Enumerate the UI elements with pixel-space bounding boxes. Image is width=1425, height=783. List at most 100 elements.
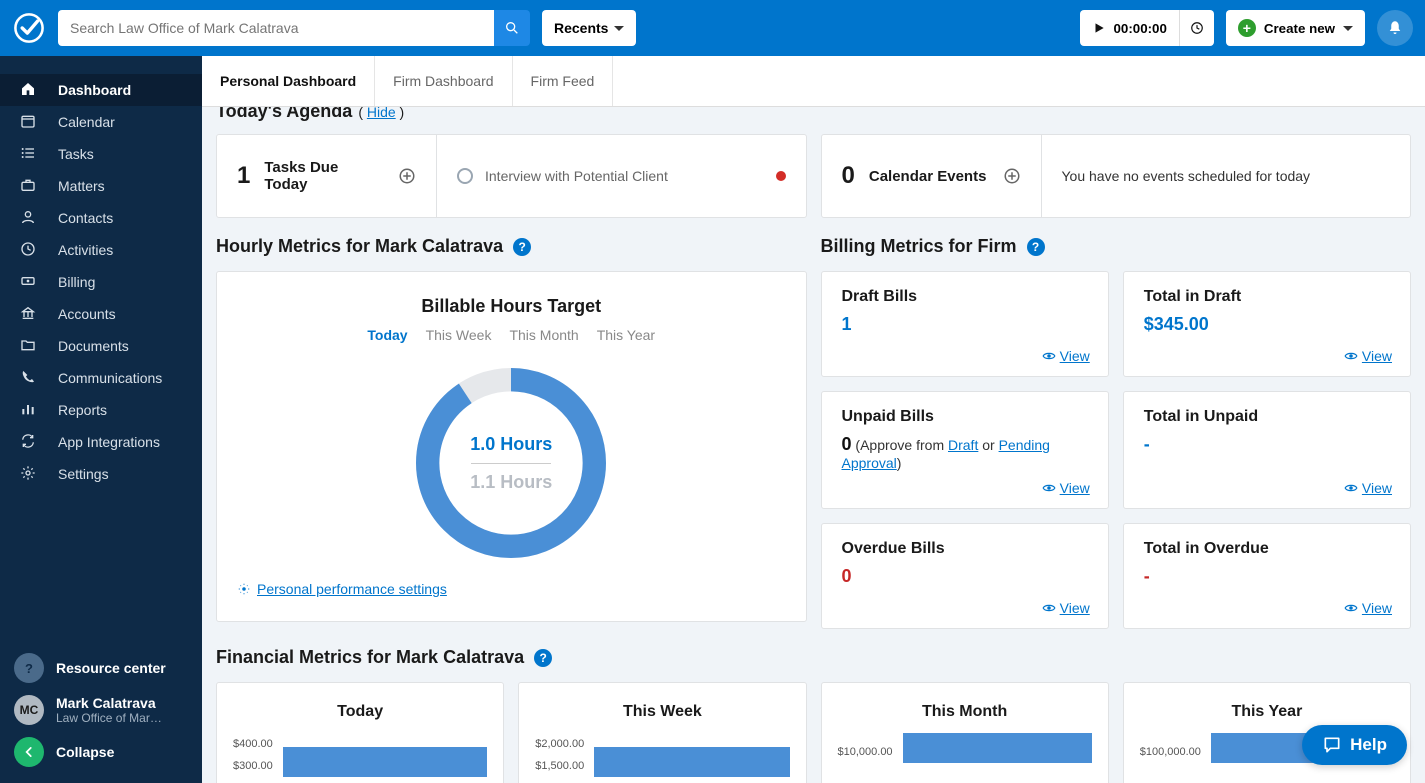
card-value: -	[1144, 566, 1390, 587]
sidebar-item-label: Communications	[58, 370, 162, 386]
add-task-button[interactable]	[398, 167, 416, 185]
search-button[interactable]	[494, 10, 530, 46]
help-icon[interactable]: ?	[534, 649, 552, 667]
collapse-sidebar-button[interactable]: Collapse	[0, 731, 202, 773]
tabs-bar: Personal Dashboard Firm Dashboard Firm F…	[202, 56, 1425, 107]
sidebar-item-communications[interactable]: Communications	[0, 362, 202, 394]
financial-card: Today$400.00$300.00	[216, 682, 504, 783]
sidebar-item-label: Contacts	[58, 210, 113, 226]
user-org: Law Office of Mar…	[56, 711, 162, 725]
sidebar: Dashboard Calendar Tasks Matters Contacts Act…	[0, 56, 202, 783]
unpaid-bills-card: Unpaid Bills 0 (Approve from Draft or Pe…	[821, 391, 1109, 509]
sidebar-item-label: Billing	[58, 274, 95, 290]
sidebar-item-contacts[interactable]: Contacts	[0, 202, 202, 234]
top-header: Recents 00:00:00 + Create new	[0, 0, 1425, 56]
billable-hours-title: Billable Hours Target	[237, 296, 786, 317]
financial-card-title: Today	[233, 703, 487, 721]
hourly-tab-month[interactable]: This Month	[509, 327, 578, 343]
tasks-count: 1	[237, 162, 250, 190]
bell-icon	[1386, 19, 1404, 37]
card-value: 0	[842, 434, 852, 454]
sidebar-item-activities[interactable]: Activities	[0, 234, 202, 266]
sidebar-item-documents[interactable]: Documents	[0, 330, 202, 362]
billable-hours-card: Billable Hours Target Today This Week Th…	[216, 271, 807, 622]
avatar: MC	[14, 695, 44, 725]
draft-link[interactable]: Draft	[948, 437, 978, 453]
tab-firm-feed[interactable]: Firm Feed	[513, 56, 614, 106]
hourly-tab-week[interactable]: This Week	[426, 327, 492, 343]
play-icon	[1092, 21, 1106, 35]
hourly-tab-today[interactable]: Today	[367, 327, 407, 343]
card-title: Total in Unpaid	[1144, 408, 1390, 426]
view-link[interactable]: View	[1344, 348, 1392, 364]
sidebar-item-label: Accounts	[58, 306, 116, 322]
view-link[interactable]: View	[1042, 480, 1090, 496]
card-title: Total in Overdue	[1144, 540, 1390, 558]
task-item[interactable]: Interview with Potential Client	[437, 135, 806, 217]
help-float-button[interactable]: Help	[1302, 725, 1407, 765]
card-value: -	[1144, 434, 1390, 455]
agenda-events-card: 0 Calendar Events You have no events sch…	[821, 134, 1412, 218]
draft-bills-card: Draft Bills 1 View	[821, 271, 1109, 377]
total-overdue-card: Total in Overdue - View	[1123, 523, 1411, 629]
help-icon[interactable]: ?	[513, 238, 531, 256]
sidebar-item-tasks[interactable]: Tasks	[0, 138, 202, 170]
timer-options-button[interactable]	[1180, 10, 1214, 46]
chart-axis: $2,000.00$1,500.00	[535, 733, 584, 777]
resource-center-button[interactable]: ? Resource center	[0, 647, 202, 689]
chart-bar	[903, 733, 1092, 763]
view-link[interactable]: View	[1042, 600, 1090, 616]
card-value: 1	[842, 314, 1088, 335]
notifications-button[interactable]	[1377, 10, 1413, 46]
view-link[interactable]: View	[1344, 600, 1392, 616]
sidebar-item-calendar[interactable]: Calendar	[0, 106, 202, 138]
card-title: Overdue Bills	[842, 540, 1088, 558]
sidebar-item-settings[interactable]: Settings	[0, 458, 202, 490]
financial-card: This Week $2,000.00$1,500.00	[518, 682, 806, 783]
tab-firm-dashboard[interactable]: Firm Dashboard	[375, 56, 512, 106]
add-event-button[interactable]	[1003, 167, 1021, 185]
home-icon	[20, 81, 36, 100]
performance-settings-link[interactable]: Personal performance settings	[237, 581, 786, 597]
clock-icon	[1190, 21, 1204, 35]
chart-icon	[20, 401, 36, 420]
financial-card-title: This Week	[535, 703, 789, 721]
hours-target-value: 1.1 Hours	[470, 472, 552, 493]
timer-button[interactable]: 00:00:00	[1080, 10, 1180, 46]
collapse-label: Collapse	[56, 744, 114, 760]
priority-dot-icon	[776, 171, 786, 181]
question-icon: ?	[14, 653, 44, 683]
calendar-icon	[20, 113, 36, 132]
agenda-hide-link[interactable]: Hide	[367, 107, 396, 120]
create-label: Create new	[1264, 21, 1335, 36]
sidebar-item-dashboard[interactable]: Dashboard	[0, 74, 202, 106]
radio-icon	[457, 168, 473, 184]
sidebar-item-label: Settings	[58, 466, 109, 482]
sidebar-item-app-integrations[interactable]: App Integrations	[0, 426, 202, 458]
sidebar-item-reports[interactable]: Reports	[0, 394, 202, 426]
timer-group: 00:00:00	[1080, 10, 1214, 46]
financial-card-title: This Year	[1140, 703, 1394, 721]
events-label: Calendar Events	[869, 168, 989, 185]
search-input[interactable]	[58, 10, 494, 46]
timer-value: 00:00:00	[1114, 21, 1167, 36]
help-icon[interactable]: ?	[1027, 238, 1045, 256]
sidebar-item-billing[interactable]: Billing	[0, 266, 202, 298]
sidebar-item-accounts[interactable]: Accounts	[0, 298, 202, 330]
plus-circle-icon: +	[1238, 19, 1256, 37]
sidebar-item-matters[interactable]: Matters	[0, 170, 202, 202]
tab-personal-dashboard[interactable]: Personal Dashboard	[202, 56, 375, 106]
sidebar-item-label: App Integrations	[58, 434, 160, 450]
view-link[interactable]: View	[1042, 348, 1090, 364]
hourly-tab-year[interactable]: This Year	[597, 327, 655, 343]
recents-button[interactable]: Recents	[542, 10, 636, 46]
sidebar-item-label: Tasks	[58, 146, 94, 162]
user-profile-button[interactable]: MC Mark Calatrava Law Office of Mar…	[0, 689, 202, 731]
billable-hours-donut: 1.0 Hours 1.1 Hours	[411, 363, 611, 563]
agenda-tasks-card: 1 Tasks Due Today Interview with Potenti…	[216, 134, 807, 218]
sidebar-item-label: Dashboard	[58, 82, 131, 98]
create-new-button[interactable]: + Create new	[1226, 10, 1365, 46]
view-link[interactable]: View	[1344, 480, 1392, 496]
sidebar-item-label: Calendar	[58, 114, 115, 130]
cog-icon	[20, 465, 36, 484]
